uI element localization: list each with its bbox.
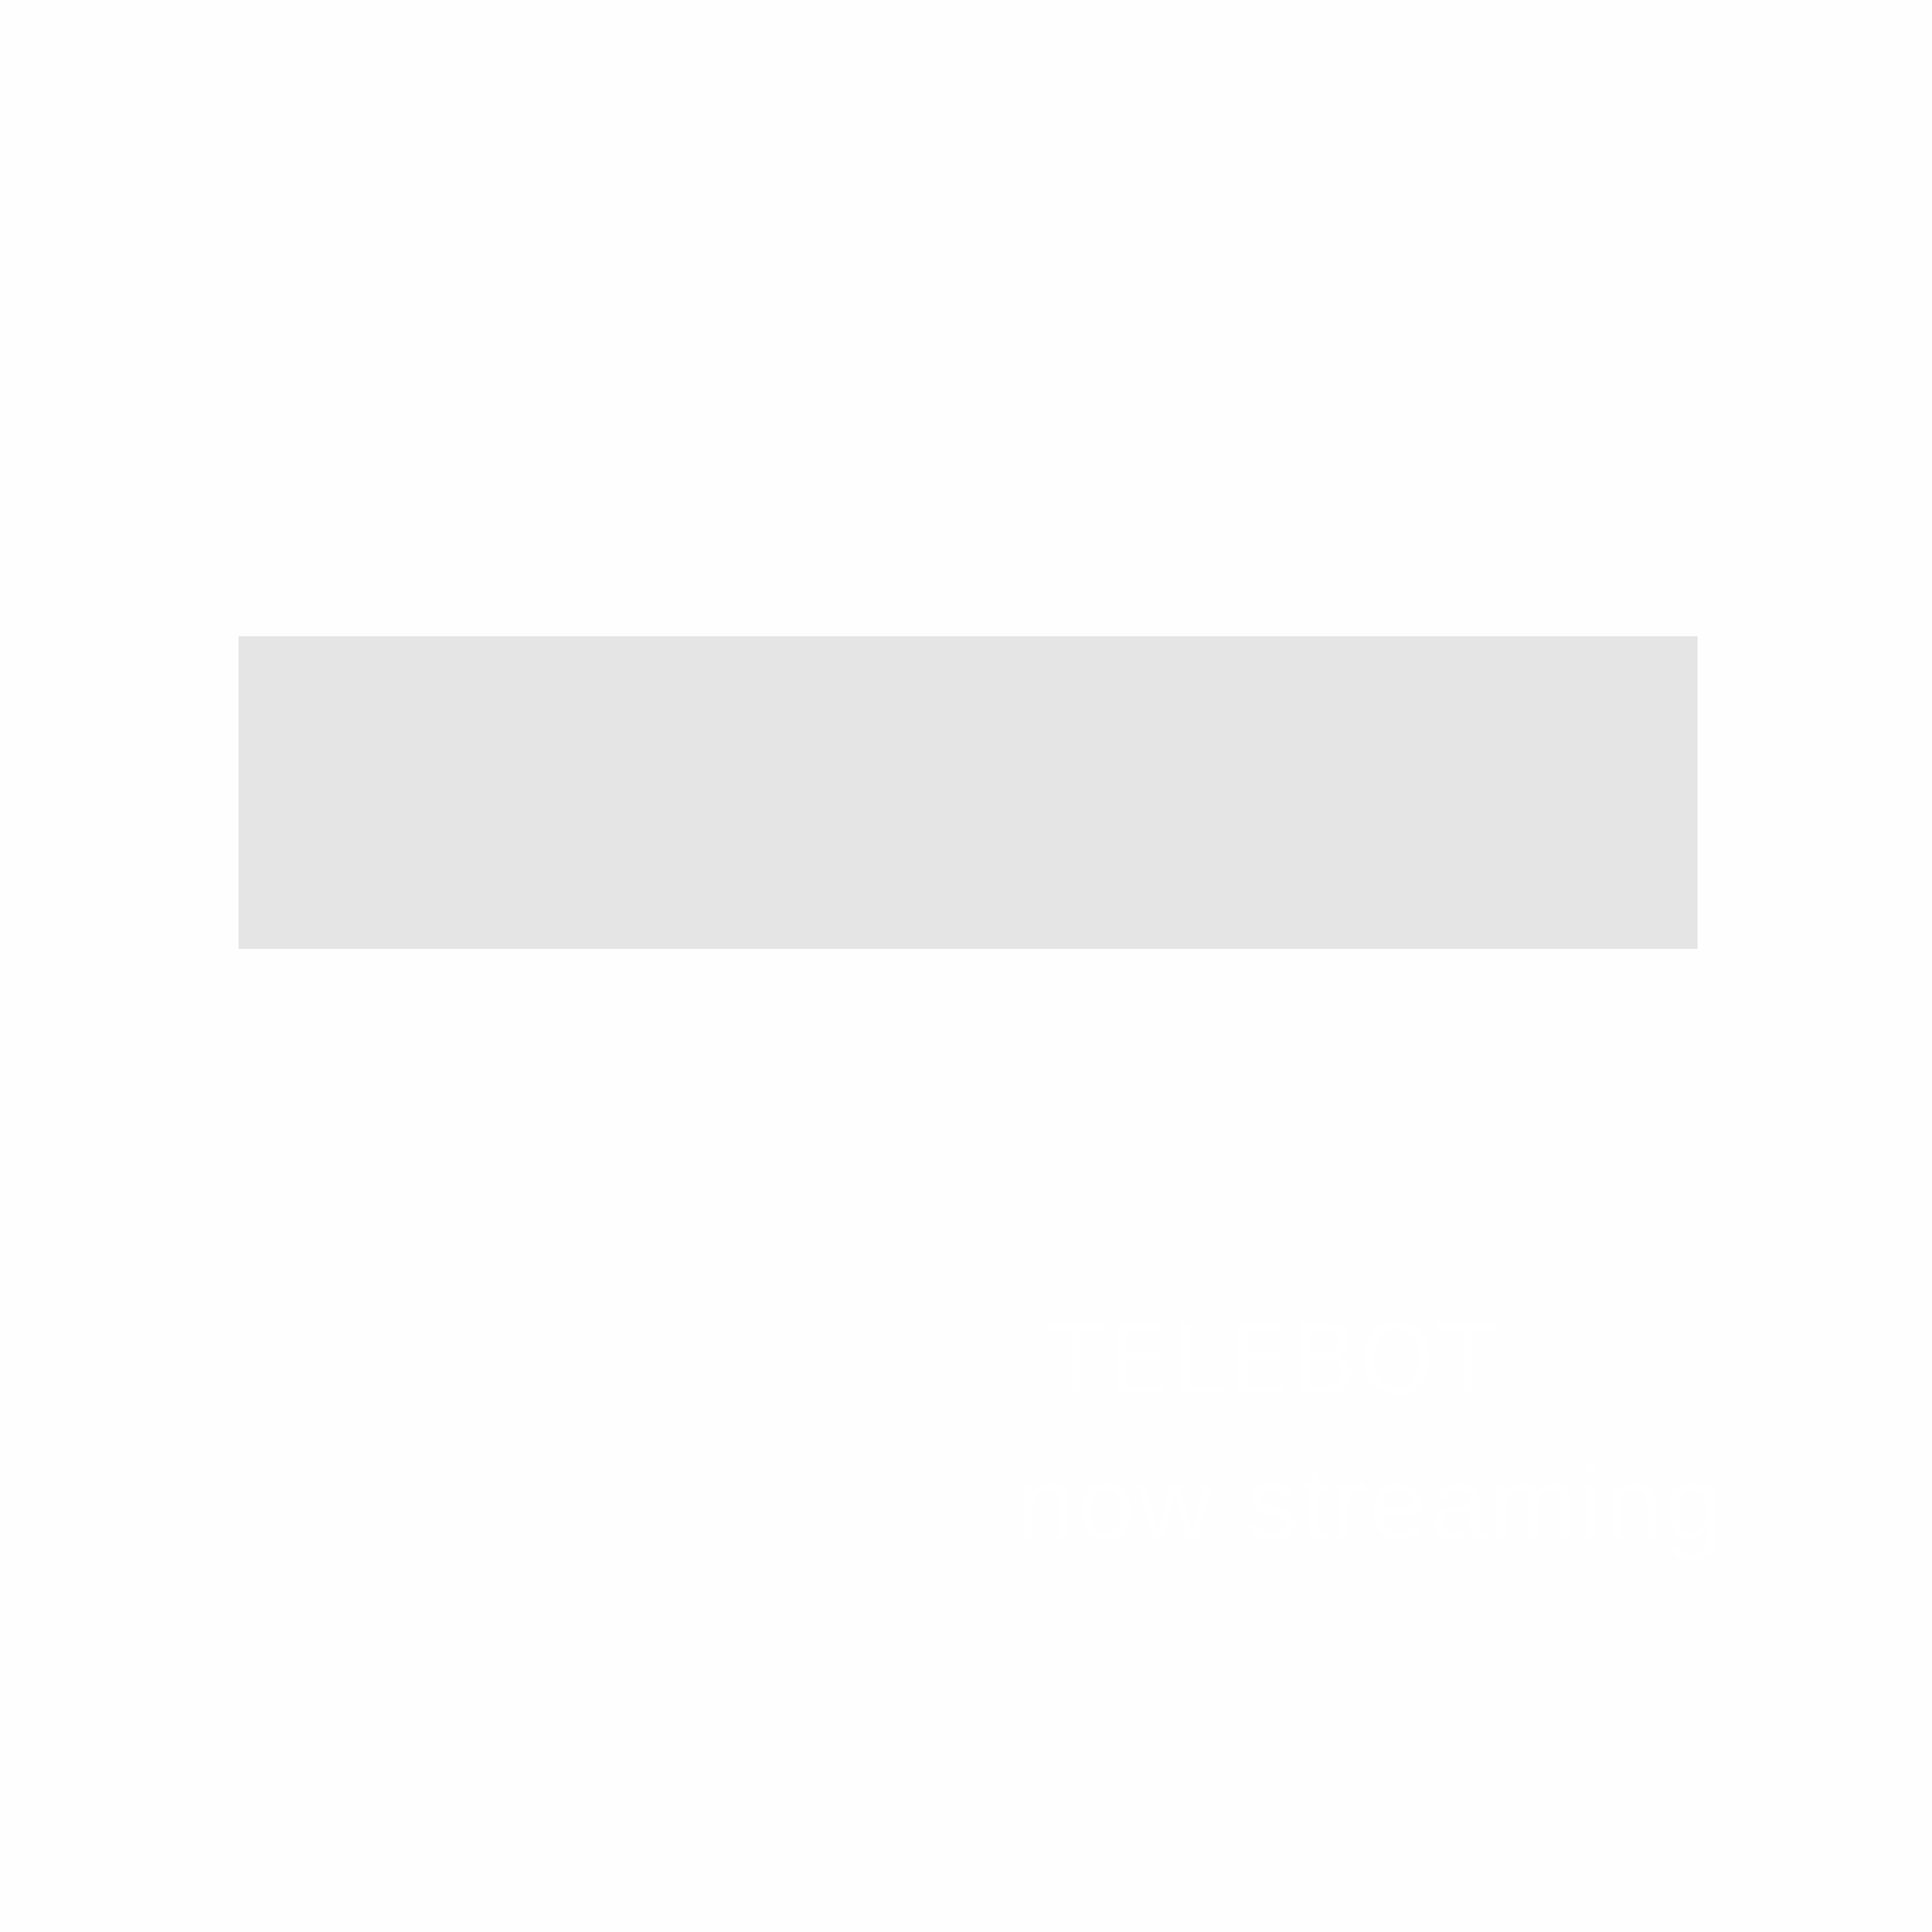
status-subtitle: now streaming (1017, 1445, 1725, 1561)
brand-title: TELEBOT (1046, 1303, 1499, 1416)
brand-banner: TELEBOT now streaming (239, 636, 1723, 1556)
page: TELEBOT now streaming (0, 0, 1932, 1932)
